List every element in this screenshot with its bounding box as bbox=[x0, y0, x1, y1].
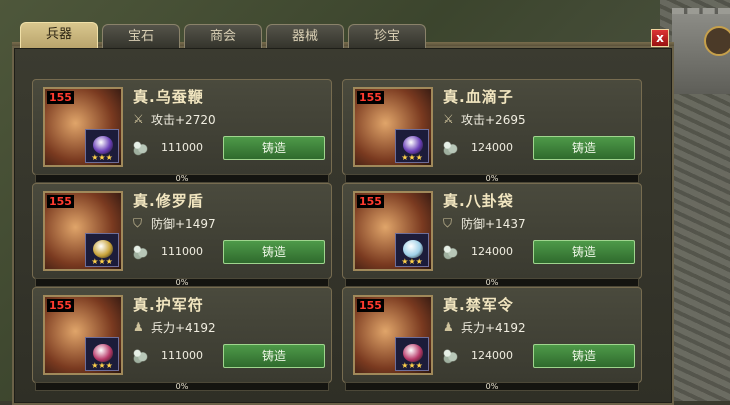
star-rating: ★★★ bbox=[91, 153, 113, 162]
gem-slot[interactable]: ★★★ bbox=[85, 337, 119, 371]
forge-progress-bar: 0% bbox=[345, 278, 639, 287]
gem-icon bbox=[93, 136, 113, 154]
soldier-icon: ♟ bbox=[443, 320, 454, 334]
star-rating: ★★★ bbox=[401, 257, 423, 266]
item-card: 155 ★★★ 真.禁军令 ♟ 兵力+4192 124000 铸造 0% bbox=[342, 287, 642, 391]
item-name: 真.禁军令 bbox=[443, 296, 514, 314]
progress-percent: 0% bbox=[175, 278, 189, 287]
gem-icon bbox=[403, 240, 423, 258]
forge-progress-bar: 0% bbox=[345, 174, 639, 183]
silver-ore-icon bbox=[131, 346, 149, 364]
gem-icon bbox=[403, 136, 423, 154]
item-name: 真.修罗盾 bbox=[133, 192, 204, 210]
item-stat: 攻击+2695 bbox=[461, 113, 526, 127]
item-name: 真.护军符 bbox=[133, 296, 204, 314]
gem-slot[interactable]: ★★★ bbox=[395, 233, 429, 267]
silver-ore-icon bbox=[131, 138, 149, 156]
silver-ore-icon bbox=[441, 242, 459, 260]
item-portrait[interactable]: 155 ★★★ bbox=[43, 87, 123, 167]
level-badge: 155 bbox=[357, 299, 384, 312]
item-name: 真.八卦袋 bbox=[443, 192, 514, 210]
item-stat: 攻击+2720 bbox=[151, 113, 216, 127]
progress-percent: 0% bbox=[485, 174, 499, 183]
tab-weapons[interactable]: 兵器 bbox=[20, 22, 98, 48]
progress-percent: 0% bbox=[485, 382, 499, 391]
gem-slot[interactable]: ★★★ bbox=[395, 337, 429, 371]
gem-icon bbox=[93, 240, 113, 258]
level-badge: 155 bbox=[357, 195, 384, 208]
gem-icon bbox=[93, 344, 113, 362]
item-portrait[interactable]: 155 ★★★ bbox=[43, 295, 123, 375]
item-cost: 124000 bbox=[471, 141, 513, 154]
silver-ore-icon bbox=[441, 346, 459, 364]
player-avatar[interactable] bbox=[704, 26, 730, 56]
sword-icon: ⚔ bbox=[443, 112, 454, 126]
forge-progress-bar: 0% bbox=[35, 174, 329, 183]
item-stat: 兵力+4192 bbox=[461, 321, 526, 335]
sword-icon: ⚔ bbox=[133, 112, 144, 126]
progress-percent: 0% bbox=[175, 382, 189, 391]
item-name: 真.乌蚕鞭 bbox=[133, 88, 204, 106]
tab-treasures[interactable]: 珍宝 bbox=[348, 24, 426, 48]
level-badge: 155 bbox=[47, 195, 74, 208]
item-cost: 124000 bbox=[471, 245, 513, 258]
star-rating: ★★★ bbox=[91, 257, 113, 266]
item-portrait[interactable]: 155 ★★★ bbox=[43, 191, 123, 271]
forge-progress-bar: 0% bbox=[35, 382, 329, 391]
item-stat: 防御+1497 bbox=[151, 217, 216, 231]
soldier-icon: ♟ bbox=[133, 320, 144, 334]
tab-guild[interactable]: 商会 bbox=[184, 24, 262, 48]
item-card: 155 ★★★ 真.护军符 ♟ 兵力+4192 111000 铸造 0% bbox=[32, 287, 332, 391]
item-card: 155 ★★★ 真.血滴子 ⚔ 攻击+2695 124000 铸造 0% bbox=[342, 79, 642, 183]
item-portrait[interactable]: 155 ★★★ bbox=[353, 295, 433, 375]
shield-icon: ⛉ bbox=[443, 216, 453, 230]
level-badge: 155 bbox=[47, 299, 74, 312]
forge-button[interactable]: 铸造 bbox=[223, 344, 325, 368]
level-badge: 155 bbox=[47, 91, 74, 104]
item-cost: 124000 bbox=[471, 349, 513, 362]
item-portrait[interactable]: 155 ★★★ bbox=[353, 87, 433, 167]
shield-icon: ⛉ bbox=[133, 216, 143, 230]
close-button[interactable]: x bbox=[651, 29, 669, 47]
item-cost: 111000 bbox=[161, 141, 203, 154]
silver-ore-icon bbox=[131, 242, 149, 260]
item-stat: 防御+1437 bbox=[461, 217, 526, 231]
star-rating: ★★★ bbox=[91, 361, 113, 370]
level-badge: 155 bbox=[357, 91, 384, 104]
item-card: 155 ★★★ 真.八卦袋 ⛉ 防御+1437 124000 铸造 0% bbox=[342, 183, 642, 287]
forge-button[interactable]: 铸造 bbox=[223, 240, 325, 264]
item-name: 真.血滴子 bbox=[443, 88, 514, 106]
forge-button[interactable]: 铸造 bbox=[533, 344, 635, 368]
category-tabs: 兵器 宝石 商会 器械 珍宝 bbox=[20, 22, 426, 48]
gem-slot[interactable]: ★★★ bbox=[395, 129, 429, 163]
forge-button[interactable]: 铸造 bbox=[223, 136, 325, 160]
tab-gems[interactable]: 宝石 bbox=[102, 24, 180, 48]
forge-progress-bar: 0% bbox=[35, 278, 329, 287]
gem-slot[interactable]: ★★★ bbox=[85, 129, 119, 163]
forge-progress-bar: 0% bbox=[345, 382, 639, 391]
silver-ore-icon bbox=[441, 138, 459, 156]
item-cost: 111000 bbox=[161, 245, 203, 258]
item-portrait[interactable]: 155 ★★★ bbox=[353, 191, 433, 271]
progress-percent: 0% bbox=[175, 174, 189, 183]
tab-machinery[interactable]: 器械 bbox=[266, 24, 344, 48]
gem-icon bbox=[403, 344, 423, 362]
star-rating: ★★★ bbox=[401, 153, 423, 162]
item-stat: 兵力+4192 bbox=[151, 321, 216, 335]
progress-percent: 0% bbox=[485, 278, 499, 287]
gem-slot[interactable]: ★★★ bbox=[85, 233, 119, 267]
item-card: 155 ★★★ 真.乌蚕鞭 ⚔ 攻击+2720 111000 铸造 0% bbox=[32, 79, 332, 183]
star-rating: ★★★ bbox=[401, 361, 423, 370]
forge-button[interactable]: 铸造 bbox=[533, 240, 635, 264]
forge-button[interactable]: 铸造 bbox=[533, 136, 635, 160]
item-card: 155 ★★★ 真.修罗盾 ⛉ 防御+1497 111000 铸造 0% bbox=[32, 183, 332, 287]
item-cost: 111000 bbox=[161, 349, 203, 362]
